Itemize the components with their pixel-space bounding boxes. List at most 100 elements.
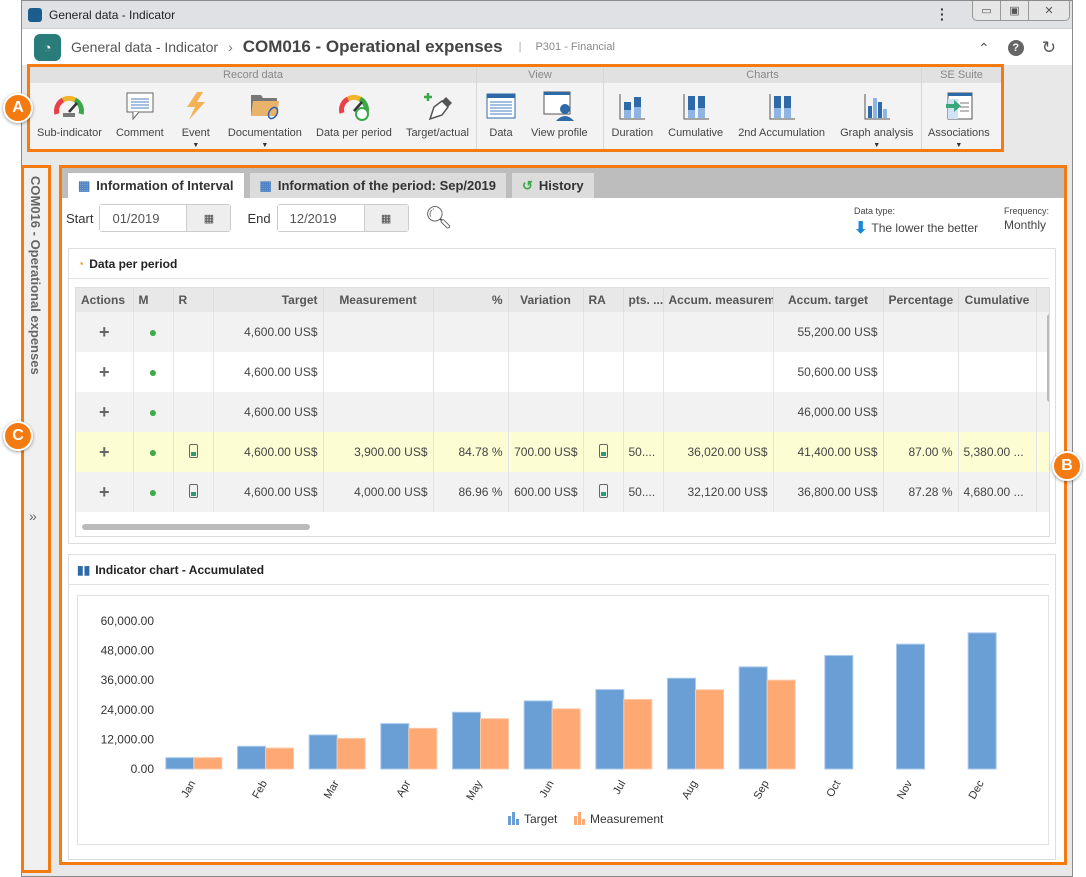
refresh-icon[interactable]: ↻ xyxy=(1042,38,1056,58)
event-button[interactable]: Event ▼ xyxy=(172,89,220,150)
dropdown-caret-icon: ▼ xyxy=(261,142,269,149)
search-icon[interactable]: 🔍︎ xyxy=(425,205,453,231)
bar-target xyxy=(595,689,625,770)
button-label: View profile xyxy=(531,127,588,139)
accum-measurement-cell: 36,020.00 US$ xyxy=(663,432,774,472)
filter-bar: Start ▦ End ▦ 🔍︎ Data type: ⬇The lower t… xyxy=(62,198,1064,238)
column-header[interactable]: R xyxy=(173,288,214,312)
start-date-input[interactable] xyxy=(100,205,187,231)
documentation-button[interactable]: Documentation ▼ xyxy=(222,89,308,150)
help-icon[interactable]: ? xyxy=(1007,40,1024,56)
bar-target xyxy=(523,700,553,770)
indicator-logo-icon: ◔ xyxy=(34,33,61,61)
points-cell xyxy=(623,312,664,352)
accum-measurement-cell: 32,120.00 US$ xyxy=(663,472,774,512)
column-header[interactable]: Measurement xyxy=(323,288,434,312)
folder-clip-icon xyxy=(247,89,283,123)
column-header[interactable]: Accum. measurem xyxy=(663,288,774,312)
target-actual-button[interactable]: Target/actual xyxy=(400,89,475,150)
calendar-picker-icon[interactable]: ▦ xyxy=(186,205,231,231)
column-header[interactable]: % xyxy=(433,288,509,312)
button-label: Target/actual xyxy=(405,127,469,139)
target-cell: 4,600.00 US$ xyxy=(213,472,324,512)
expand-panel-icon[interactable]: » xyxy=(29,508,37,524)
tab-information-of-period[interactable]: ▦ Information of the period: Sep/2019 xyxy=(249,173,506,198)
variation-cell: 700.00 US$ xyxy=(508,432,584,472)
column-header[interactable]: Actions xyxy=(76,288,134,312)
horizontal-scrollbar[interactable] xyxy=(82,524,310,530)
table-row[interactable]: + ● 4,600.00 US$ 46,000.00 US$ xyxy=(76,392,1049,432)
percentage-cell xyxy=(883,392,959,432)
legend-swatch-icon xyxy=(578,812,581,825)
add-action-icon[interactable]: + xyxy=(76,432,134,472)
column-header[interactable]: M xyxy=(133,288,174,312)
add-action-icon[interactable]: + xyxy=(76,312,134,352)
bar-measurement xyxy=(265,747,294,770)
ra-battery-icon xyxy=(583,392,624,432)
column-header[interactable]: Accum. target xyxy=(773,288,884,312)
collapse-up-icon[interactable]: ⌃ xyxy=(978,40,990,57)
add-action-icon[interactable]: + xyxy=(76,392,134,432)
column-header[interactable]: A xyxy=(1036,288,1049,312)
group-title: Charts xyxy=(604,67,921,83)
side-panel-title: COM016 - Operational expenses xyxy=(28,176,43,375)
comment-icon[interactable]: ● xyxy=(133,432,174,472)
variation-cell xyxy=(508,352,584,392)
comment-icon[interactable]: ● xyxy=(133,392,174,432)
column-header[interactable]: Variation xyxy=(508,288,584,312)
bar-measurement xyxy=(551,708,581,770)
data-per-period-button[interactable]: Data per period xyxy=(310,89,398,150)
sub-indicator-button[interactable]: Sub-indicator xyxy=(31,89,108,150)
column-header[interactable]: Target xyxy=(213,288,324,312)
bar-chart-icon xyxy=(764,89,800,123)
column-header[interactable]: Cumulative xyxy=(958,288,1037,312)
end-date-input[interactable] xyxy=(277,205,364,231)
bar-target xyxy=(237,745,266,770)
duration-button[interactable]: Duration xyxy=(606,89,660,150)
ribbon-toolbar: Record data Sub-indicator Comment Event ▼… xyxy=(27,64,1004,152)
group-charts: Charts Duration Cumulative 2nd Accumulat… xyxy=(604,67,922,149)
comment-icon[interactable]: ● xyxy=(133,312,174,352)
button-label: Cumulative xyxy=(668,127,724,139)
x-tick-label: Nov xyxy=(895,778,915,801)
end-label: End xyxy=(247,210,271,226)
button-label: Duration xyxy=(611,127,654,139)
tab-history[interactable]: ↺ History xyxy=(511,173,594,198)
table-row[interactable]: + ● 4,600.00 US$ 3,900.00 US$ 84.78 % 700.00 … xyxy=(76,432,1049,472)
calendar-picker-icon[interactable]: ▦ xyxy=(363,205,408,231)
x-tick-label: Jan xyxy=(179,779,198,800)
minimize-button[interactable]: ▭ xyxy=(973,1,1001,20)
data-button[interactable]: Data xyxy=(477,89,525,150)
gauge-icon xyxy=(51,89,87,123)
breadcrumb-root[interactable]: General data - Indicator xyxy=(71,39,218,55)
table-row[interactable]: + ● 4,600.00 US$ 55,200.00 US$ xyxy=(76,312,1049,352)
variation-cell: 600.00 US$ xyxy=(508,472,584,512)
table-row[interactable]: + ● 4,600.00 US$ 50,600.00 US$ xyxy=(76,352,1049,392)
column-header[interactable]: RA xyxy=(583,288,624,312)
callout-badge-a: A xyxy=(3,93,33,123)
variation-cell xyxy=(508,392,584,432)
graph-analysis-button[interactable]: Graph analysis ▼ xyxy=(834,89,919,150)
frequency-label: Frequency: xyxy=(1004,206,1050,216)
more-options-icon[interactable]: · · · xyxy=(940,2,945,26)
button-label: Event xyxy=(181,127,210,139)
comment-icon[interactable]: ● xyxy=(133,352,174,392)
column-header[interactable]: Percentage xyxy=(883,288,959,312)
x-tick-label: Sep xyxy=(752,779,772,802)
associations-button[interactable]: Associations ▼ xyxy=(922,89,996,150)
add-action-icon[interactable]: + xyxy=(76,352,134,392)
legend-label: Measurement xyxy=(590,812,664,826)
add-action-icon[interactable]: + xyxy=(76,472,134,512)
table-row[interactable]: + ● 4,600.00 US$ 4,000.00 US$ 86.96 % 600.00 … xyxy=(76,472,1049,512)
cumulative-button[interactable]: Cumulative xyxy=(662,89,729,150)
callout-badge-c: C xyxy=(3,421,33,451)
comment-button[interactable]: Comment xyxy=(110,89,170,150)
view-profile-button[interactable]: View profile xyxy=(525,89,594,150)
close-button[interactable]: ✕ xyxy=(1029,1,1069,20)
column-header[interactable]: pts. ... xyxy=(623,288,664,312)
2nd-accumulation-button[interactable]: 2nd Accumulation xyxy=(732,89,831,150)
maximize-button[interactable]: ▣ xyxy=(1001,1,1029,20)
comment-icon[interactable]: ● xyxy=(133,472,174,512)
measurement-cell xyxy=(323,352,434,392)
tab-information-of-interval[interactable]: ▦ Information of Interval xyxy=(68,173,244,198)
